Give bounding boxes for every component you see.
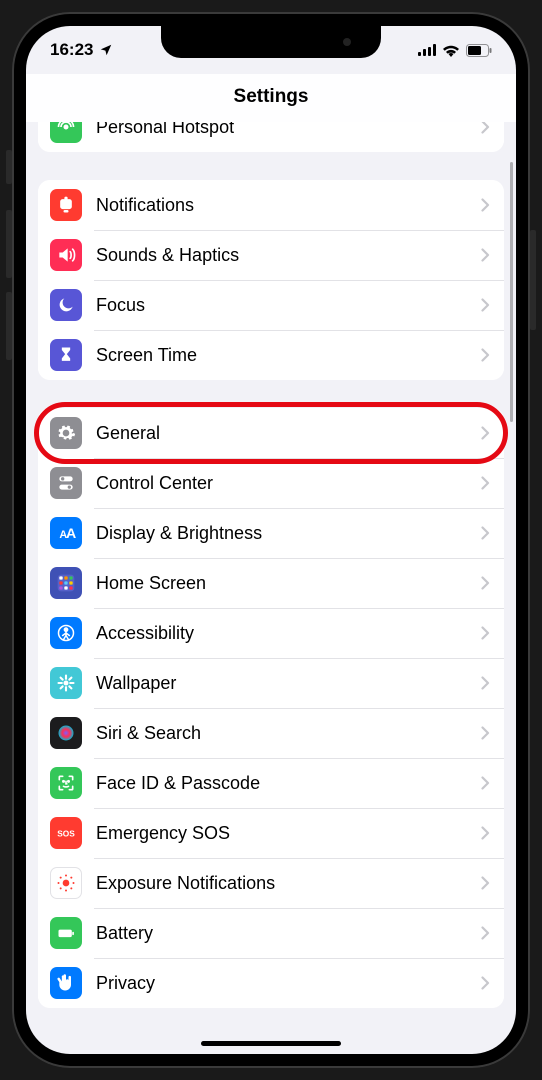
row-label: Emergency SOS <box>96 823 481 844</box>
row-label: Face ID & Passcode <box>96 773 481 794</box>
grid-icon <box>50 567 82 599</box>
settings-row-personal-hotspot[interactable]: Personal Hotspot <box>38 122 504 152</box>
settings-row-notifications[interactable]: Notifications <box>38 180 504 230</box>
status-time: 16:23 <box>50 40 93 60</box>
hourglass-icon <box>50 339 82 371</box>
settings-row-screen-time[interactable]: Screen Time <box>38 330 504 380</box>
chevron-right-icon <box>481 426 490 440</box>
chevron-right-icon <box>481 122 490 134</box>
settings-row-siri-search[interactable]: Siri & Search <box>38 708 504 758</box>
speaker-icon <box>50 239 82 271</box>
svg-text:SOS: SOS <box>57 828 75 838</box>
bell-icon <box>50 189 82 221</box>
hand-icon <box>50 967 82 999</box>
settings-row-focus[interactable]: Focus <box>38 280 504 330</box>
settings-row-battery[interactable]: Battery <box>38 908 504 958</box>
row-label: General <box>96 423 481 444</box>
chevron-right-icon <box>481 576 490 590</box>
face-icon <box>50 767 82 799</box>
row-label: Sounds & Haptics <box>96 245 481 266</box>
phone-frame: 16:23 Settings Personal Hotspot Notificat… <box>12 12 530 1068</box>
sos-icon: SOS <box>50 817 82 849</box>
chevron-right-icon <box>481 726 490 740</box>
chevron-right-icon <box>481 626 490 640</box>
screen: 16:23 Settings Personal Hotspot Notificat… <box>26 26 516 1054</box>
svg-text:A: A <box>66 526 76 542</box>
settings-row-wallpaper[interactable]: Wallpaper <box>38 658 504 708</box>
row-label: Privacy <box>96 973 481 994</box>
row-label: Control Center <box>96 473 481 494</box>
aa-icon: AA <box>50 517 82 549</box>
row-label: Notifications <box>96 195 481 216</box>
chevron-right-icon <box>481 298 490 312</box>
chevron-right-icon <box>481 676 490 690</box>
settings-row-general[interactable]: General <box>38 408 504 458</box>
settings-group: Notifications Sounds & Haptics Focus Screen… <box>38 180 504 380</box>
chevron-right-icon <box>481 198 490 212</box>
switches-icon <box>50 467 82 499</box>
settings-row-emergency-sos[interactable]: SOS Emergency SOS <box>38 808 504 858</box>
row-label: Siri & Search <box>96 723 481 744</box>
person-icon <box>50 617 82 649</box>
chevron-right-icon <box>481 776 490 790</box>
row-label: Focus <box>96 295 481 316</box>
settings-row-exposure[interactable]: Exposure Notifications <box>38 858 504 908</box>
moon-icon <box>50 289 82 321</box>
location-icon <box>99 43 113 57</box>
settings-group: Personal Hotspot <box>38 122 504 152</box>
siri-icon <box>50 717 82 749</box>
chevron-right-icon <box>481 476 490 490</box>
settings-row-accessibility[interactable]: Accessibility <box>38 608 504 658</box>
settings-list[interactable]: Personal Hotspot Notifications Sounds & Ha… <box>26 122 516 1054</box>
chevron-right-icon <box>481 876 490 890</box>
settings-row-home-screen[interactable]: Home Screen <box>38 558 504 608</box>
settings-row-face-id[interactable]: Face ID & Passcode <box>38 758 504 808</box>
cellular-icon <box>418 44 436 56</box>
row-label: Exposure Notifications <box>96 873 481 894</box>
row-label: Home Screen <box>96 573 481 594</box>
hotspot-icon <box>50 122 82 143</box>
settings-group: General Control Center AA Display & Brightn… <box>38 408 504 1008</box>
home-indicator[interactable] <box>201 1041 341 1046</box>
power-button <box>530 230 536 330</box>
wifi-icon <box>442 44 460 57</box>
row-label: Battery <box>96 923 481 944</box>
notch <box>161 26 381 58</box>
flower-icon <box>50 667 82 699</box>
row-label: Screen Time <box>96 345 481 366</box>
settings-row-display-brightness[interactable]: AA Display & Brightness <box>38 508 504 558</box>
gear-icon <box>50 417 82 449</box>
settings-row-sounds-haptics[interactable]: Sounds & Haptics <box>38 230 504 280</box>
battery-icon <box>466 44 492 57</box>
chevron-right-icon <box>481 976 490 990</box>
settings-row-control-center[interactable]: Control Center <box>38 458 504 508</box>
row-label: Wallpaper <box>96 673 481 694</box>
chevron-right-icon <box>481 248 490 262</box>
exposure-icon <box>50 867 82 899</box>
page-title: Settings <box>26 74 516 122</box>
scroll-indicator[interactable] <box>510 162 513 422</box>
row-label: Display & Brightness <box>96 523 481 544</box>
row-label: Personal Hotspot <box>96 122 481 138</box>
row-label: Accessibility <box>96 623 481 644</box>
chevron-right-icon <box>481 526 490 540</box>
battery-icon <box>50 917 82 949</box>
chevron-right-icon <box>481 348 490 362</box>
chevron-right-icon <box>481 926 490 940</box>
chevron-right-icon <box>481 826 490 840</box>
settings-row-privacy[interactable]: Privacy <box>38 958 504 1008</box>
